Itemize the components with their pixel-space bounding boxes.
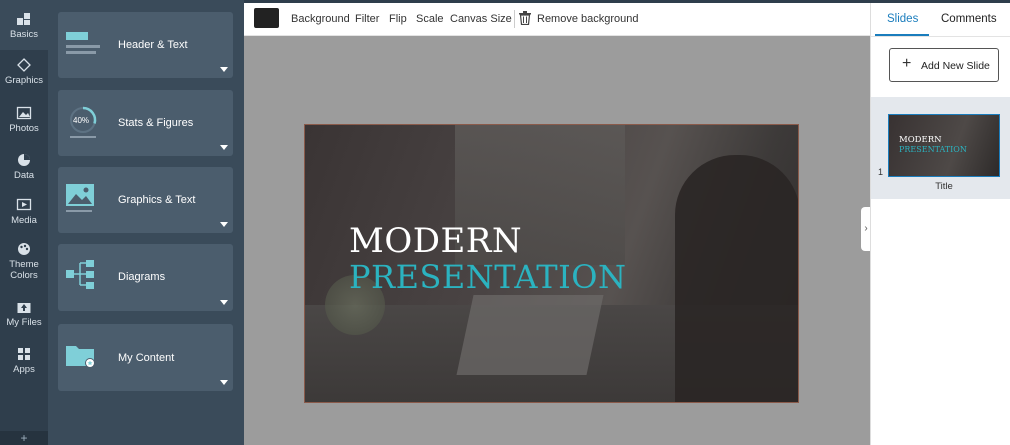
rail-add-button[interactable]: + (0, 431, 48, 445)
rail-label: Basics (10, 29, 38, 40)
rail-label: Data (13, 170, 35, 181)
thumb-title-line2: PRESENTATION (899, 145, 967, 154)
chevron-down-icon[interactable] (220, 67, 228, 72)
tab-slides[interactable]: Slides (887, 13, 918, 25)
rail-label: Photos (9, 123, 39, 134)
chevron-down-icon[interactable] (220, 145, 228, 150)
rail-item-my-files[interactable]: My Files (0, 300, 48, 328)
slides-panel: Slides Comments + Add New Slide MODERN P… (870, 3, 1010, 445)
card-my-content[interactable]: My Content (58, 324, 233, 391)
folder-star-icon (66, 346, 95, 368)
basics-icon (17, 13, 30, 25)
stats-badge: 40% (73, 116, 90, 125)
add-slide-label: Add New Slide (921, 60, 990, 72)
image-icon (66, 184, 94, 212)
rail-item-apps[interactable]: Apps (0, 347, 48, 375)
slide-name: Title (935, 181, 953, 192)
trash-icon[interactable] (519, 11, 531, 25)
slide-number: 1 (878, 167, 884, 177)
rail-label: Apps (13, 364, 35, 375)
card-label: Header & Text (118, 39, 188, 51)
slide-title-line2[interactable]: PRESENTATION (349, 258, 626, 296)
background-laptop (456, 295, 604, 375)
card-header-text[interactable]: Header & Text (58, 12, 233, 78)
chevron-down-icon[interactable] (220, 222, 228, 227)
slide-title-line1[interactable]: MODERN (349, 221, 522, 261)
icon-rail: Basics Graphics Photos Data Media Theme … (0, 0, 48, 445)
media-icon (16, 198, 32, 211)
upload-icon (17, 303, 31, 313)
rail-label: Graphics (4, 75, 43, 86)
scale-button[interactable]: Scale (416, 13, 444, 25)
rail-item-data[interactable]: Data (0, 153, 48, 181)
slide-thumbnail[interactable]: MODERN PRESENTATION (888, 114, 1000, 177)
graphics-icon (17, 58, 31, 72)
header-text-icon (66, 32, 100, 54)
slide-list-item[interactable]: MODERN PRESENTATION 1 Title (871, 97, 1010, 199)
image-toolbar: Background Filter Flip Scale Canvas Size… (244, 3, 870, 36)
rail-label: Media (11, 215, 37, 226)
remove-background-button[interactable]: Remove background (537, 13, 639, 25)
tab-divider (871, 36, 1010, 37)
basics-panel: Header & Text 40% Stats & Figures Graphi… (48, 0, 244, 445)
rail-item-photos[interactable]: Photos (0, 106, 48, 134)
diagram-icon (66, 260, 94, 289)
pie-chart-icon (18, 154, 30, 166)
tab-comments[interactable]: Comments (941, 13, 997, 25)
rail-item-basics[interactable]: Basics (0, 0, 48, 50)
card-label: Graphics & Text (118, 194, 196, 206)
add-new-slide-button[interactable]: + Add New Slide (889, 48, 999, 82)
rail-label: My Files (6, 317, 42, 328)
background-button[interactable]: Background (291, 13, 350, 25)
slide-canvas[interactable]: MODERN PRESENTATION (304, 124, 799, 403)
filter-button[interactable]: Filter (355, 13, 379, 25)
rail-item-media[interactable]: Media (0, 198, 48, 226)
photos-icon (16, 106, 32, 120)
flip-button[interactable]: Flip (389, 13, 407, 25)
rail-label: Theme Colors (9, 259, 39, 281)
color-swatch[interactable] (254, 8, 279, 28)
card-label: Diagrams (118, 271, 166, 283)
canvas-size-button[interactable]: Canvas Size (450, 13, 512, 25)
background-person (675, 155, 798, 402)
card-stats-figures[interactable]: 40% Stats & Figures (58, 90, 233, 156)
plus-icon: + (902, 55, 912, 72)
card-graphics-text[interactable]: Graphics & Text (58, 167, 233, 233)
rail-item-graphics[interactable]: Graphics (0, 58, 48, 86)
chevron-down-icon[interactable] (220, 300, 228, 305)
card-label: My Content (118, 352, 175, 364)
chevron-down-icon[interactable] (220, 380, 228, 385)
thumb-title-line1: MODERN (899, 135, 942, 145)
card-diagrams[interactable]: Diagrams (58, 244, 233, 311)
toolbar-divider (514, 10, 515, 28)
palette-icon (18, 243, 30, 255)
apps-grid-icon (18, 348, 30, 360)
rail-item-theme-colors[interactable]: Theme Colors (0, 242, 48, 281)
card-label: Stats & Figures (118, 117, 194, 129)
